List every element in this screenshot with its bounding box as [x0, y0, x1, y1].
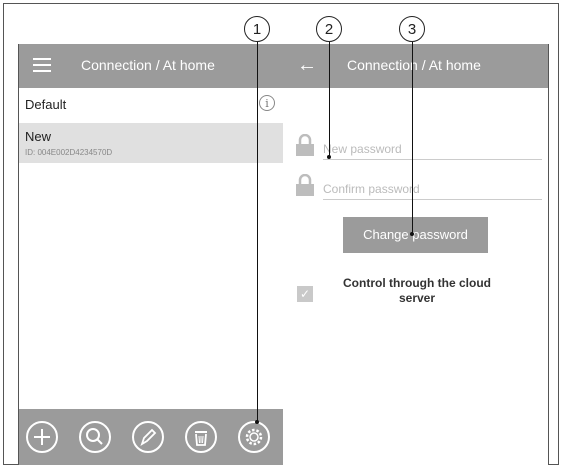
password-screen: ← Connection / At home New password Conf…	[283, 44, 549, 465]
confirm-password-input[interactable]: Confirm password	[323, 178, 542, 200]
list-item-label: Default	[25, 97, 67, 112]
edit-icon[interactable]	[131, 420, 165, 454]
callout-1: 1	[244, 16, 270, 42]
add-icon[interactable]	[25, 420, 59, 454]
confirm-password-field: Confirm password	[295, 170, 542, 200]
settings-icon[interactable]	[237, 420, 271, 454]
menu-icon[interactable]	[33, 58, 51, 72]
callout-1-leader	[257, 42, 258, 422]
search-icon[interactable]	[78, 420, 112, 454]
lock-icon	[296, 174, 314, 196]
callout-3-leader	[412, 42, 413, 234]
lock-icon	[296, 134, 314, 156]
bottom-toolbar	[19, 409, 283, 465]
delete-icon[interactable]	[184, 420, 218, 454]
list-item-id: ID: 004E002D4234570D	[25, 148, 113, 157]
cloud-label: Control through the cloud server	[343, 276, 491, 305]
change-password-button[interactable]: Change password	[343, 217, 488, 253]
list-item-new[interactable]: New ID: 004E002D4234570D	[19, 123, 283, 163]
back-arrow-icon[interactable]: ←	[297, 55, 317, 75]
left-header-title: Connection / At home	[81, 57, 215, 73]
cloud-checkbox[interactable]: ✓	[297, 286, 313, 302]
list-item-default[interactable]: Default i	[19, 88, 283, 123]
right-header-title: Connection / At home	[347, 57, 481, 73]
callout-2-leader	[329, 42, 330, 157]
callout-2-dot	[327, 155, 331, 159]
info-icon[interactable]: i	[259, 95, 275, 111]
callout-3-dot	[410, 232, 414, 236]
new-password-field: New password	[295, 130, 542, 160]
list-item-label: New	[25, 129, 52, 144]
callout-1-dot	[255, 420, 259, 424]
left-app-bar: Connection / At home	[19, 44, 283, 88]
right-app-bar: ← Connection / At home	[283, 44, 548, 88]
callout-3: 3	[399, 16, 425, 42]
callout-2: 2	[316, 16, 342, 42]
new-password-input[interactable]: New password	[323, 138, 542, 160]
connection-list-screen: Connection / At home Default i New ID: 0…	[18, 44, 284, 465]
